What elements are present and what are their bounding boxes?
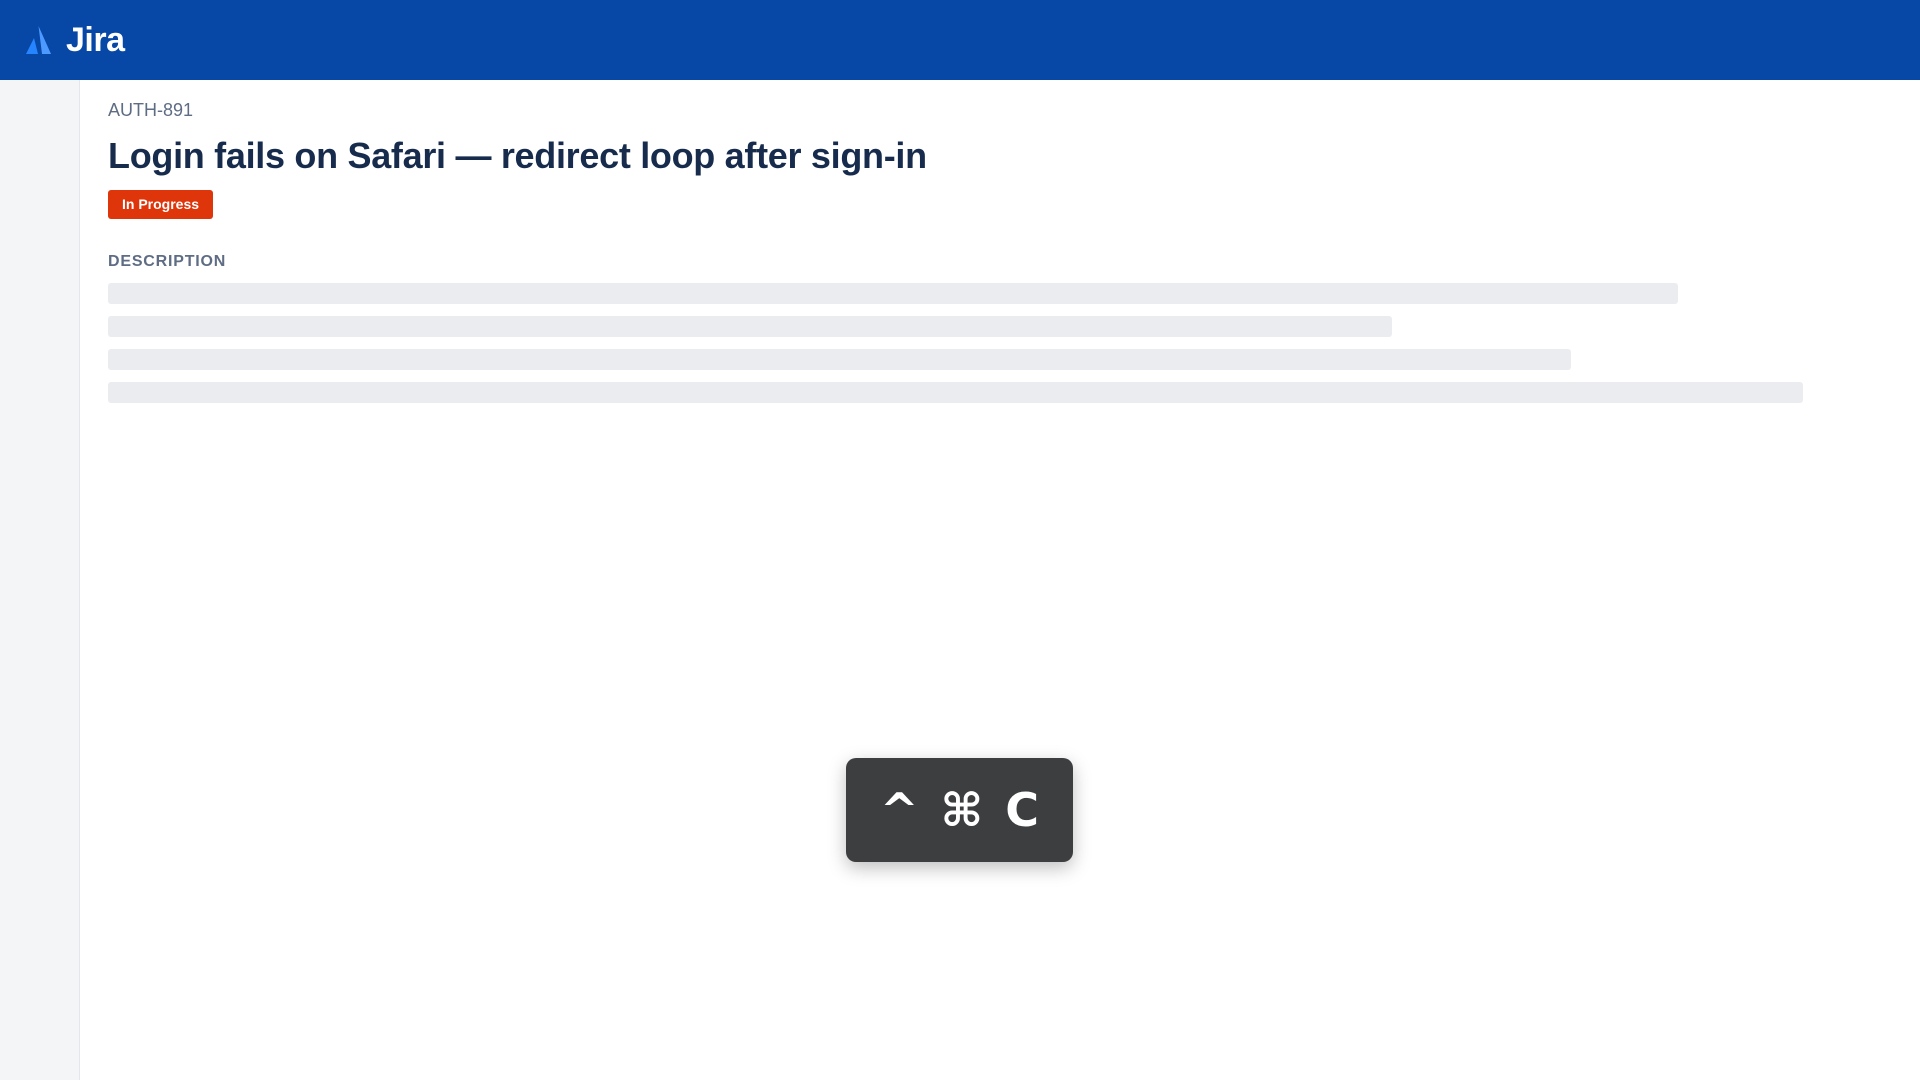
status-badge[interactable]: In Progress	[108, 190, 214, 219]
issue-view: AUTH-891 Login fails on Safari — redirec…	[108, 80, 1868, 415]
keyboard-shortcut-overlay: ^ ⌘ C	[846, 758, 1073, 862]
description-loading-skeleton	[108, 283, 1868, 403]
control-key-icon: ^	[880, 783, 919, 837]
atlassian-logo-icon[interactable]	[24, 26, 52, 54]
skeleton-line	[108, 316, 1392, 337]
command-key-icon: ⌘	[940, 783, 984, 837]
description-label: DESCRIPTION	[108, 253, 227, 270]
sidebar	[0, 80, 80, 1080]
skeleton-line	[108, 283, 1678, 304]
skeleton-line	[108, 349, 1571, 370]
issue-title[interactable]: Login fails on Safari — redirect loop af…	[108, 134, 1868, 178]
app-name[interactable]: Jira	[66, 21, 125, 60]
skeleton-line	[108, 382, 1803, 403]
c-key: C	[1005, 783, 1039, 837]
top-navigation-bar: Jira	[0, 0, 1920, 80]
issue-key[interactable]: AUTH-891	[108, 100, 1868, 120]
